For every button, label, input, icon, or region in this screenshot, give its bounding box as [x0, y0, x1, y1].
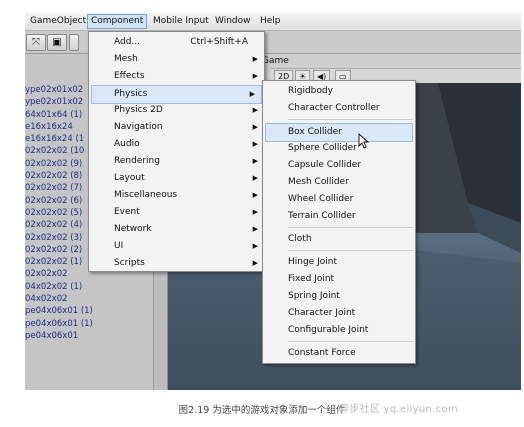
- menu-item-label: Scripts: [114, 258, 145, 268]
- hierarchy-item[interactable]: 02x02x02: [25, 268, 93, 280]
- menu-item-label: Layout: [114, 173, 145, 183]
- submenu-arrow-icon: ▶: [252, 191, 258, 199]
- rect-tool-button[interactable]: ▣: [47, 34, 67, 51]
- menu-separator: [288, 250, 413, 251]
- hierarchy-item[interactable]: 02x02x02 (10: [25, 145, 93, 157]
- physics-menu-item[interactable]: Sphere Collider: [263, 140, 415, 157]
- hierarchy-item[interactable]: 02x02x02 (5): [25, 207, 93, 219]
- menu-item-label: Event: [114, 207, 140, 217]
- component-menu-item[interactable]: Effects ▶: [89, 68, 264, 85]
- menu-separator: [288, 119, 413, 120]
- physics-menu-item[interactable]: Mesh Collider: [263, 174, 415, 191]
- menu-item-label: Navigation: [114, 122, 163, 132]
- hierarchy-item[interactable]: 04x02x02: [25, 293, 93, 305]
- physics-menu-item[interactable]: Constant Force: [263, 345, 415, 362]
- hierarchy-item[interactable]: ype02x01x02: [25, 84, 93, 96]
- hierarchy-item[interactable]: 04x02x02 (1): [25, 281, 93, 293]
- submenu-arrow-icon: ▶: [252, 55, 258, 63]
- menu-gameobject[interactable]: GameObject: [27, 15, 89, 28]
- hierarchy-item[interactable]: e16x16x24: [25, 121, 93, 133]
- menu-mobile-input[interactable]: Mobile Input: [150, 15, 212, 28]
- menu-item-label: Effects: [114, 71, 145, 81]
- component-menu-item[interactable]: Navigation ▶: [89, 119, 264, 136]
- submenu-arrow-icon: ▶: [252, 208, 258, 216]
- physics-menu-item[interactable]: Rigidbody: [263, 83, 415, 100]
- hierarchy-item[interactable]: 02x02x02 (6): [25, 195, 93, 207]
- menu-separator: [288, 227, 413, 228]
- physics-menu-item[interactable]: Spring Joint: [263, 288, 415, 305]
- menu-help[interactable]: Help: [257, 15, 284, 28]
- menu-component[interactable]: Component: [87, 14, 148, 29]
- component-menu-item[interactable]: Layout ▶: [89, 170, 264, 187]
- submenu-arrow-icon: ▶: [249, 90, 255, 98]
- component-menu-item[interactable]: Miscellaneous ▶: [89, 187, 264, 204]
- menu-separator: [288, 341, 413, 342]
- hierarchy-item[interactable]: 02x02x02 (1): [25, 256, 93, 268]
- hierarchy-list: ype02x01x02 ype02x01x02 64x01x64 (1) e16x16…: [25, 84, 93, 342]
- menu-item-label: Add...: [114, 37, 141, 47]
- rect-icon: ▣: [52, 37, 62, 48]
- submenu-arrow-icon: ▶: [252, 72, 258, 80]
- physics-menu-item[interactable]: Fixed Joint: [263, 271, 415, 288]
- menu-item-label: Physics 2D: [114, 105, 163, 115]
- menu-item-label: Network: [114, 224, 152, 234]
- submenu-arrow-icon: ▶: [252, 123, 258, 131]
- submenu-arrow-icon: ▶: [252, 225, 258, 233]
- hierarchy-item[interactable]: 02x02x02 (7): [25, 182, 93, 194]
- hierarchy-item[interactable]: pe04x06x01: [25, 330, 93, 342]
- menu-item-label: UI: [114, 241, 124, 251]
- menu-item-label: Miscellaneous: [114, 190, 178, 200]
- hierarchy-item[interactable]: 02x02x02 (3): [25, 232, 93, 244]
- menu-item-shortcut: Ctrl+Shift+A: [190, 37, 248, 47]
- scale-icon: ⤧: [32, 37, 40, 48]
- component-menu-item[interactable]: Network ▶: [89, 221, 264, 238]
- component-menu-item[interactable]: Mesh ▶: [89, 51, 264, 68]
- hierarchy-item[interactable]: 02x02x02 (8): [25, 170, 93, 182]
- physics-menu-item[interactable]: Cloth: [263, 231, 415, 248]
- physics-menu-item[interactable]: Wheel Collider: [263, 191, 415, 208]
- physics-menu-item[interactable]: Terrain Collider: [263, 208, 415, 225]
- menu-window[interactable]: Window: [212, 15, 254, 28]
- component-menu-item[interactable]: Audio ▶: [89, 136, 264, 153]
- hierarchy-item[interactable]: ype02x01x02: [25, 96, 93, 108]
- component-menu-item[interactable]: UI ▶: [89, 238, 264, 255]
- hierarchy-item[interactable]: 02x02x02 (2): [25, 244, 93, 256]
- physics-menu-item[interactable]: Character Controller: [263, 100, 415, 117]
- physics-menu-item[interactable]: Configurable Joint: [263, 322, 415, 339]
- submenu-arrow-icon: ▶: [252, 140, 258, 148]
- hierarchy-item[interactable]: pe04x06x01 (1): [25, 318, 93, 330]
- menu-item-label: Mesh: [114, 54, 138, 64]
- game-tab[interactable]: Game: [262, 56, 289, 66]
- menu-item-label: Rendering: [114, 156, 160, 166]
- mouse-cursor-icon: [358, 133, 370, 149]
- physics-menu-item[interactable]: Hinge Joint: [263, 254, 415, 271]
- submenu-arrow-icon: ▶: [252, 242, 258, 250]
- watermark: 异步社区 yq.eliyun.com: [339, 404, 458, 415]
- submenu-arrow-icon: ▶: [252, 106, 258, 114]
- hierarchy-item[interactable]: e16x16x24 (1: [25, 133, 93, 145]
- submenu-arrow-icon: ▶: [252, 259, 258, 267]
- component-menu-item[interactable]: Event ▶: [89, 204, 264, 221]
- menu-bar: GameObject Component Mobile Input Window…: [25, 13, 521, 31]
- hierarchy-item[interactable]: 02x02x02 (4): [25, 219, 93, 231]
- submenu-arrow-icon: ▶: [252, 174, 258, 182]
- component-menu-item[interactable]: Add... Ctrl+Shift+A: [89, 34, 264, 51]
- component-menu: Add... Ctrl+Shift+A Mesh ▶ Effects ▶ Physics ▶ P…: [88, 31, 265, 272]
- physics-submenu: Rigidbody Character Controller Box Collide…: [262, 80, 416, 364]
- physics-menu-item[interactable]: Capsule Collider: [263, 157, 415, 174]
- hierarchy-item[interactable]: 64x01x64 (1): [25, 109, 93, 121]
- component-menu-item[interactable]: Rendering ▶: [89, 153, 264, 170]
- component-menu-item[interactable]: Scripts ▶: [89, 255, 264, 272]
- scale-tool-button[interactable]: ⤧: [26, 34, 46, 51]
- hierarchy-item[interactable]: pe04x06x01 (1): [25, 305, 93, 317]
- menu-item-label: Physics: [114, 89, 148, 99]
- pivot-toggle-button[interactable]: [69, 34, 79, 51]
- hierarchy-item[interactable]: 02x02x02 (9): [25, 158, 93, 170]
- physics-menu-item[interactable]: Character Joint: [263, 305, 415, 322]
- submenu-arrow-icon: ▶: [252, 157, 258, 165]
- component-menu-item[interactable]: Physics 2D ▶: [89, 102, 264, 119]
- menu-item-label: Audio: [114, 139, 140, 149]
